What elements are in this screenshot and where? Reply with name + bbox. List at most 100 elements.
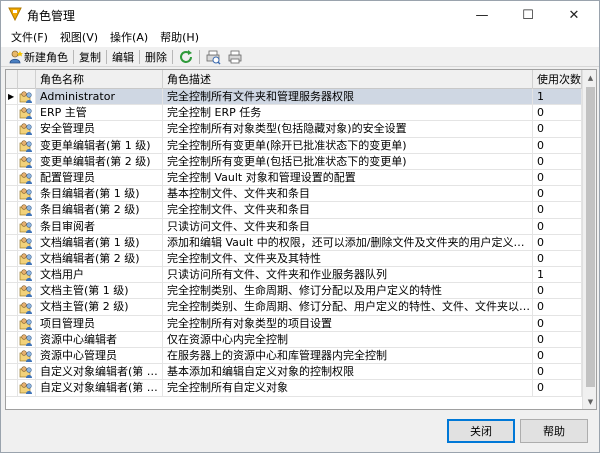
print-button[interactable]: [224, 48, 246, 66]
row-selector[interactable]: [6, 234, 18, 250]
print-preview-icon: [206, 50, 221, 64]
row-selector[interactable]: [6, 250, 18, 267]
row-selector[interactable]: [6, 186, 18, 202]
table-row[interactable]: 条目编辑者(第 1 级) 基本控制文件、文件夹和条目 0: [6, 186, 582, 203]
row-selector[interactable]: [6, 169, 18, 186]
table-row[interactable]: ERP 主管 完全控制 ERP 任务 0: [6, 105, 582, 122]
role-description-cell: 完全控制所有变更单(除开已批准状态下的变更单): [163, 137, 533, 153]
delete-button[interactable]: 删除: [142, 48, 170, 66]
row-selector[interactable]: [6, 267, 18, 283]
row-selector[interactable]: [6, 331, 18, 347]
new-role-button[interactable]: 新建角色: [5, 48, 71, 66]
role-name-cell: 文档主管(第 2 级): [36, 299, 163, 315]
role-name-cell: 自定义对象编辑者(第 2 级): [36, 380, 163, 396]
usage-count-cell: 0: [533, 250, 582, 267]
column-header-usage-count[interactable]: 使用次数: [533, 70, 582, 89]
close-window-button[interactable]: ✕: [551, 1, 597, 29]
role-icon: [18, 348, 36, 364]
close-button[interactable]: 关闭: [447, 419, 515, 443]
row-selector-arrow-icon: ▶: [8, 92, 15, 101]
row-selector[interactable]: [6, 283, 18, 299]
header-selector: [6, 70, 18, 89]
role-name-cell: 自定义对象编辑者(第 1 级): [36, 364, 163, 380]
menu-action[interactable]: 操作(A): [104, 29, 154, 47]
header-icon: [18, 70, 36, 89]
toolbar: 新建角色 复制 编辑 删除: [1, 47, 599, 67]
usage-count-cell: 0: [533, 186, 582, 202]
row-selector[interactable]: [6, 364, 18, 380]
row-selector[interactable]: [6, 315, 18, 331]
maximize-button[interactable]: ☐: [505, 1, 551, 29]
table-row[interactable]: 文档编辑者(第 2 级) 完全控制文件、文件夹及其特性 0: [6, 250, 582, 268]
table-row[interactable]: 安全管理员 完全控制所有对象类型(包括隐藏对象)的安全设置 0: [6, 121, 582, 138]
menu-file[interactable]: 文件(F): [5, 29, 54, 47]
row-selector[interactable]: [6, 121, 18, 137]
row-selector[interactable]: [6, 380, 18, 396]
table-row[interactable]: 条目审阅者 只读访问文件、文件夹和条目 0: [6, 218, 582, 235]
role-icon: [18, 234, 36, 250]
table-row[interactable]: 项目管理员 完全控制所有对象类型的项目设置 0: [6, 315, 582, 332]
table-row[interactable]: 条目编辑者(第 2 级) 完全控制文件、文件夹和条目 0: [6, 202, 582, 219]
column-header-role-description[interactable]: 角色描述: [163, 70, 533, 89]
role-description-cell: 完全控制所有自定义对象: [163, 380, 533, 396]
role-description-cell: 完全控制文件、文件夹和条目: [163, 202, 533, 218]
vertical-scrollbar[interactable]: ▲ ▼: [582, 70, 596, 409]
role-description-cell: 基本控制文件、文件夹和条目: [163, 186, 533, 202]
role-description-cell: 完全控制 ERP 任务: [163, 105, 533, 121]
print-preview-button[interactable]: [202, 48, 224, 66]
table-row[interactable]: ▶ Administrator 完全控制所有文件夹和管理服务器权限 1: [6, 89, 582, 106]
table-row[interactable]: 变更单编辑者(第 1 级) 完全控制所有变更单(除开已批准状态下的变更单) 0: [6, 137, 582, 154]
table-row[interactable]: 文档用户 只读访问所有文件、文件夹和作业服务器队列 1: [6, 267, 582, 284]
row-selector[interactable]: [6, 153, 18, 169]
role-icon: [18, 331, 36, 347]
table-row[interactable]: 自定义对象编辑者(第 2 级) 完全控制所有自定义对象 0: [6, 380, 582, 397]
usage-count-cell: 0: [533, 380, 582, 396]
print-icon: [228, 50, 242, 63]
help-button[interactable]: 帮助: [520, 419, 588, 443]
toolbar-separator: [106, 49, 107, 64]
row-selector[interactable]: [6, 137, 18, 153]
table-row[interactable]: 自定义对象编辑者(第 1 级) 基本添加和编辑自定义对象的控制权限 0: [6, 364, 582, 381]
role-icon: [18, 364, 36, 380]
table-row[interactable]: 文档主管(第 2 级) 完全控制类别、生命周期、修订分配、用户定义的特性、文件、文…: [6, 299, 582, 316]
table-row[interactable]: 资源中心管理员 在服务器上的资源中心和库管理器内完全控制 0: [6, 348, 582, 365]
minimize-button[interactable]: —: [459, 1, 505, 29]
row-selector[interactable]: [6, 218, 18, 234]
copy-button[interactable]: 复制: [76, 48, 104, 66]
menu-help[interactable]: 帮助(H): [154, 29, 205, 47]
new-role-label: 新建角色: [24, 50, 68, 64]
table-row[interactable]: 变更单编辑者(第 2 级) 完全控制所有变更单(包括已批准状态下的变更单) 0: [6, 153, 582, 170]
toolbar-separator: [139, 49, 140, 64]
row-selector[interactable]: [6, 348, 18, 364]
role-management-window: 角色管理 — ☐ ✕ 文件(F) 视图(V) 操作(A) 帮助(H) 新建角色 …: [0, 0, 600, 453]
role-name-cell: 文档主管(第 1 级): [36, 283, 163, 299]
table-row[interactable]: 配置管理员 完全控制 Vault 对象和管理设置的配置 0: [6, 169, 582, 187]
menu-view[interactable]: 视图(V): [54, 29, 104, 47]
role-description-cell: 添加和编辑 Vault 中的权限，还可以添加/删除文件及文件夹的用户定义特性: [163, 234, 533, 250]
row-selector[interactable]: ▶: [6, 89, 18, 105]
role-name-cell: 安全管理员: [36, 121, 163, 137]
scrollbar-thumb[interactable]: [586, 87, 595, 387]
edit-button[interactable]: 编辑: [109, 48, 137, 66]
row-selector[interactable]: [6, 299, 18, 315]
scroll-up-arrow-icon[interactable]: ▲: [583, 70, 596, 85]
role-name-cell: 项目管理员: [36, 315, 163, 331]
role-name-cell: 文档编辑者(第 1 级): [36, 234, 163, 250]
usage-count-cell: 0: [533, 105, 582, 121]
column-header-role-name[interactable]: 角色名称: [36, 70, 163, 89]
role-name-cell: ERP 主管: [36, 105, 163, 121]
refresh-button[interactable]: [175, 48, 197, 66]
role-description-cell: 完全控制所有变更单(包括已批准状态下的变更单): [163, 153, 533, 169]
usage-count-cell: 0: [533, 331, 582, 347]
table-row[interactable]: 文档主管(第 1 级) 完全控制类别、生命周期、修订分配以及用户定义的特性 0: [6, 283, 582, 300]
table-row[interactable]: 文档编辑者(第 1 级) 添加和编辑 Vault 中的权限，还可以添加/删除文件及…: [6, 234, 582, 251]
role-name-cell: 文档用户: [36, 267, 163, 283]
role-icon: [18, 186, 36, 202]
row-selector[interactable]: [6, 202, 18, 218]
app-icon: [8, 7, 22, 22]
scroll-down-arrow-icon[interactable]: ▼: [583, 394, 596, 409]
row-selector[interactable]: [6, 105, 18, 121]
role-description-cell: 完全控制所有对象类型的项目设置: [163, 315, 533, 331]
role-name-cell: 条目编辑者(第 2 级): [36, 202, 163, 218]
table-row[interactable]: 资源中心编辑者 仅在资源中心内完全控制 0: [6, 331, 582, 348]
